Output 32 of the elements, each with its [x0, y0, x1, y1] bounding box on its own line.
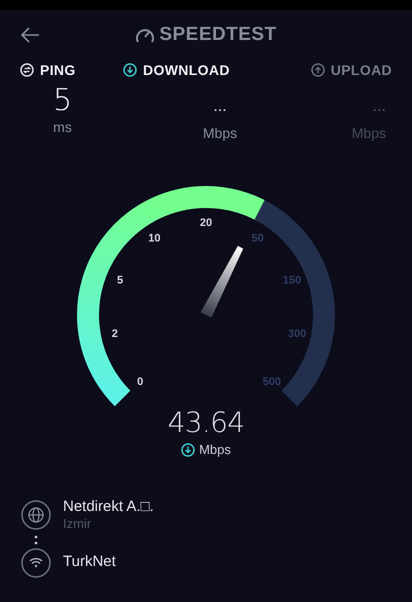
- gauge-tick-label: 2: [112, 328, 118, 340]
- gauge-tick-label: 500: [262, 376, 281, 388]
- download-icon: [181, 442, 196, 457]
- gauge-tick-label: 0: [137, 376, 144, 388]
- metric-value: ...: [212, 97, 228, 117]
- gauge-tick-label: 50: [252, 232, 264, 245]
- metric-tab[interactable]: PING: [20, 60, 123, 80]
- metric-value: ...: [372, 97, 386, 117]
- ping-icon: [20, 63, 34, 77]
- connector-dots-icon: [34, 534, 38, 544]
- speed-unit: Mbps: [199, 441, 231, 459]
- provider-name: Netdirekt A.□.: [63, 498, 154, 516]
- metric-unit: ms: [52, 118, 73, 136]
- app-title: SPEEDTEST: [159, 22, 277, 47]
- metric-tab[interactable]: DOWNLOAD: [123, 60, 230, 80]
- back-arrow-icon[interactable]: [20, 26, 40, 44]
- network-name: TurkNet: [63, 552, 116, 572]
- wifi-icon: [21, 548, 51, 578]
- server-location: Izmir: [63, 516, 92, 532]
- upload-icon: [310, 63, 325, 77]
- speed-value: 43.64: [168, 408, 244, 438]
- globe-icon: [21, 500, 51, 530]
- gauge-tick-label: 5: [117, 274, 124, 286]
- gauge-tick-label: 300: [288, 328, 306, 340]
- download-icon: [123, 63, 137, 77]
- gauge-tick-label: 150: [282, 274, 302, 286]
- metric-value: 5: [52, 84, 74, 118]
- gauge-icon: [135, 26, 156, 44]
- metric-unit: Mbps: [202, 124, 238, 142]
- gauge-tick-label: 10: [148, 232, 160, 245]
- gauge-tick-label: 20: [200, 217, 212, 229]
- metric-unit: Mbps: [350, 124, 386, 142]
